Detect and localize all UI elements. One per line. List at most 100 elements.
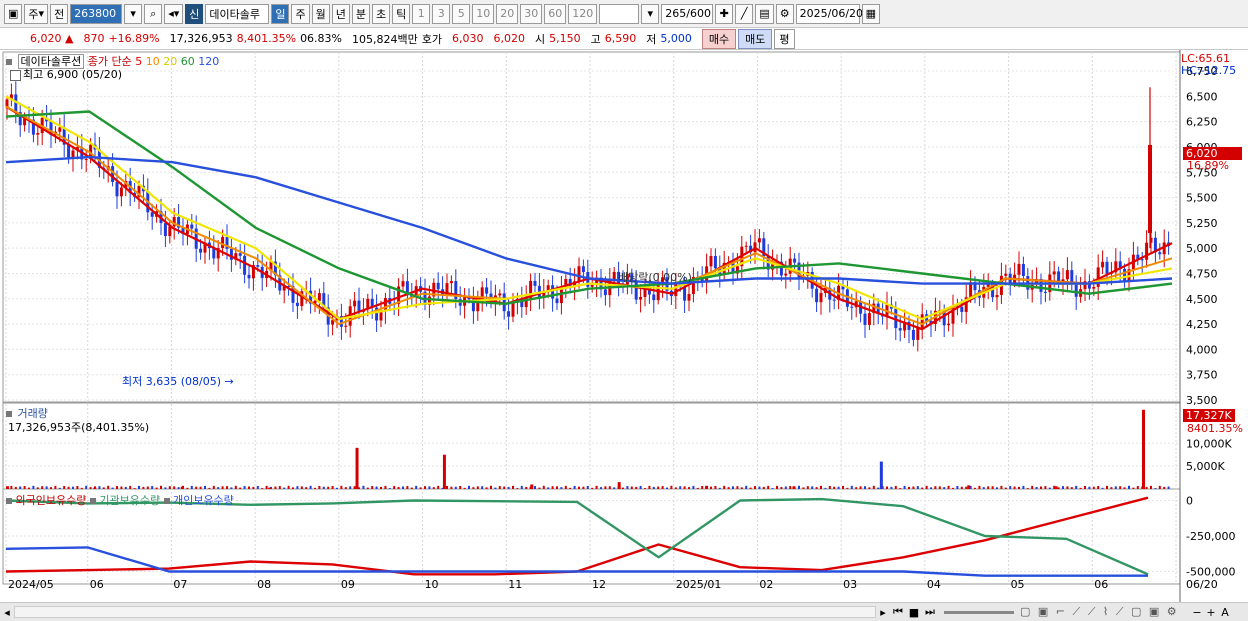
current-price-value: 6,020 (30, 32, 62, 45)
period-dropdown[interactable]: 주 ▾ (24, 3, 49, 24)
stop-icon[interactable]: ■ (906, 606, 922, 619)
volume-bar (622, 487, 624, 489)
count-field[interactable]: 265/600 (661, 3, 714, 24)
ma10-label[interactable]: 10 (146, 55, 160, 68)
x-tick-label: 03 (843, 578, 857, 591)
date-input[interactable]: 2025/06/20 (795, 3, 863, 24)
volume-bar (754, 486, 756, 489)
candle-body (603, 289, 607, 296)
scale-icon[interactable]: ✚ (715, 3, 734, 24)
volume-bar (894, 485, 897, 489)
volume-bar (142, 486, 145, 489)
code-dropdown-icon[interactable]: ▾ (124, 3, 143, 24)
inst-holding-label[interactable]: 기관보유수량 (99, 494, 160, 507)
volume-bar (996, 487, 998, 489)
tab-tick[interactable]: 틱 (392, 3, 411, 24)
interval-1[interactable]: 1 (412, 3, 431, 24)
volume-bar (604, 486, 607, 489)
volume-bar (652, 486, 655, 489)
volume-bar (278, 486, 281, 489)
last-page-icon[interactable]: ⏭ (922, 605, 938, 619)
chart-svg[interactable]: 2024/05 06 07 08 09 10 11 12 2025/01 02 03 04 05 06 06… (0, 50, 1248, 602)
volume-bar (1114, 486, 1117, 489)
draw-icon[interactable]: ╱ (735, 3, 754, 24)
tab-month[interactable]: 월 (311, 3, 330, 24)
ma5-label[interactable]: 5 (135, 55, 142, 68)
volume-bar (683, 486, 686, 489)
calc-icon[interactable] (10, 69, 21, 81)
tool-icons[interactable]: ▢ ▣ ⌐ ⟋ ⟋ ⌇ ⟋ ▢ ▣ ⚙ (1020, 605, 1190, 619)
foreign-holding-label[interactable]: 외국인보유수량 (16, 494, 87, 507)
candle-body (243, 255, 247, 275)
volume-spike-bar (93, 487, 97, 489)
retail-holding-label[interactable]: 개인보유수량 (173, 494, 234, 507)
ma60-label[interactable]: 60 (181, 55, 195, 68)
volume-bar (243, 486, 246, 489)
calendar-icon[interactable]: ▦ (861, 3, 881, 24)
tab-day[interactable]: 일 (271, 3, 290, 24)
candle-body (1123, 268, 1127, 281)
interval-120[interactable]: 120 (568, 3, 598, 24)
volume-bar (305, 487, 308, 489)
bottom-scrollbar[interactable]: ◂ ▸ ⏮ ■ ⏭ ▢ ▣ ⌐ ⟋ ⟋ ⌇ ⟋ ▢ ▣ ⚙ − + A (0, 602, 1248, 621)
scroll-right-icon[interactable]: ▸ (876, 606, 890, 619)
buy-button[interactable]: 매수 (701, 28, 737, 49)
zoom-out-icon[interactable]: − (1190, 606, 1204, 619)
interval-60[interactable]: 60 (544, 3, 567, 24)
volume-bar (1101, 487, 1104, 489)
interval-10[interactable]: 10 (472, 3, 495, 24)
volume-bar (542, 485, 545, 489)
interval-3[interactable]: 3 (432, 3, 451, 24)
prev-button[interactable]: 전 (50, 3, 69, 24)
volume-bar (190, 485, 193, 489)
volume-bar (151, 486, 154, 489)
volume-bar (987, 486, 990, 489)
eval-button[interactable]: 평 (774, 28, 795, 49)
sell-button[interactable]: 매도 (738, 28, 773, 49)
volume-bar (780, 486, 783, 489)
candle-body (344, 325, 348, 327)
x-tick-label: 2024/05 (8, 578, 54, 591)
tab-minute[interactable]: 분 (351, 3, 370, 24)
interval-dropdown-icon[interactable]: ▾ (641, 3, 660, 24)
tab-year[interactable]: 년 (331, 3, 350, 24)
gear-icon[interactable]: ⚙ (775, 3, 794, 24)
scroll-track[interactable] (14, 606, 876, 618)
price-tick-label: 4,250 (1186, 318, 1218, 331)
zoom-in-icon[interactable]: + (1204, 606, 1218, 619)
save-icon[interactable]: ▤ (755, 3, 774, 24)
stock-code-input[interactable]: 263800 (70, 3, 123, 24)
price-tick-label: 5,250 (1186, 217, 1218, 230)
volume-bar (974, 487, 976, 489)
candle-body (58, 127, 62, 132)
volume-bar (1136, 486, 1139, 489)
x-tick-label: 08 (257, 578, 271, 591)
volume-bar (1132, 487, 1135, 489)
zoom-slider[interactable] (944, 610, 1014, 614)
candle-body (36, 133, 40, 135)
volume-bar (762, 486, 765, 489)
ma20-label[interactable]: 20 (163, 55, 177, 68)
interval-5[interactable]: 5 (452, 3, 471, 24)
tab-second[interactable]: 초 (371, 3, 391, 24)
candle-body (683, 286, 687, 301)
interval-custom-input[interactable] (599, 3, 640, 24)
first-page-icon[interactable]: ⏮ (890, 605, 906, 619)
tab-week[interactable]: 주 (291, 3, 310, 24)
volume-bar (454, 486, 457, 489)
ma120-label[interactable]: 120 (198, 55, 219, 68)
interval-20[interactable]: 20 (496, 3, 519, 24)
volume-spike-bar (180, 486, 184, 489)
font-size-icon[interactable]: A (1218, 606, 1232, 619)
scroll-left-icon[interactable]: ◂ (0, 606, 14, 619)
search-icon[interactable]: ⌕ (144, 3, 163, 24)
volume-bar (195, 486, 198, 489)
volume-bar (234, 485, 237, 489)
interval-30[interactable]: 30 (520, 3, 543, 24)
chart-area[interactable]: 2024/05 06 07 08 09 10 11 12 2025/01 02 03 04 05 06 06… (0, 50, 1248, 602)
speaker-icon[interactable]: ◂▾ (164, 3, 184, 24)
volume-bar (160, 485, 162, 489)
volume-bar (327, 486, 330, 489)
volume-bar (582, 486, 585, 489)
window-menu-icon[interactable]: ▣ (4, 3, 23, 24)
